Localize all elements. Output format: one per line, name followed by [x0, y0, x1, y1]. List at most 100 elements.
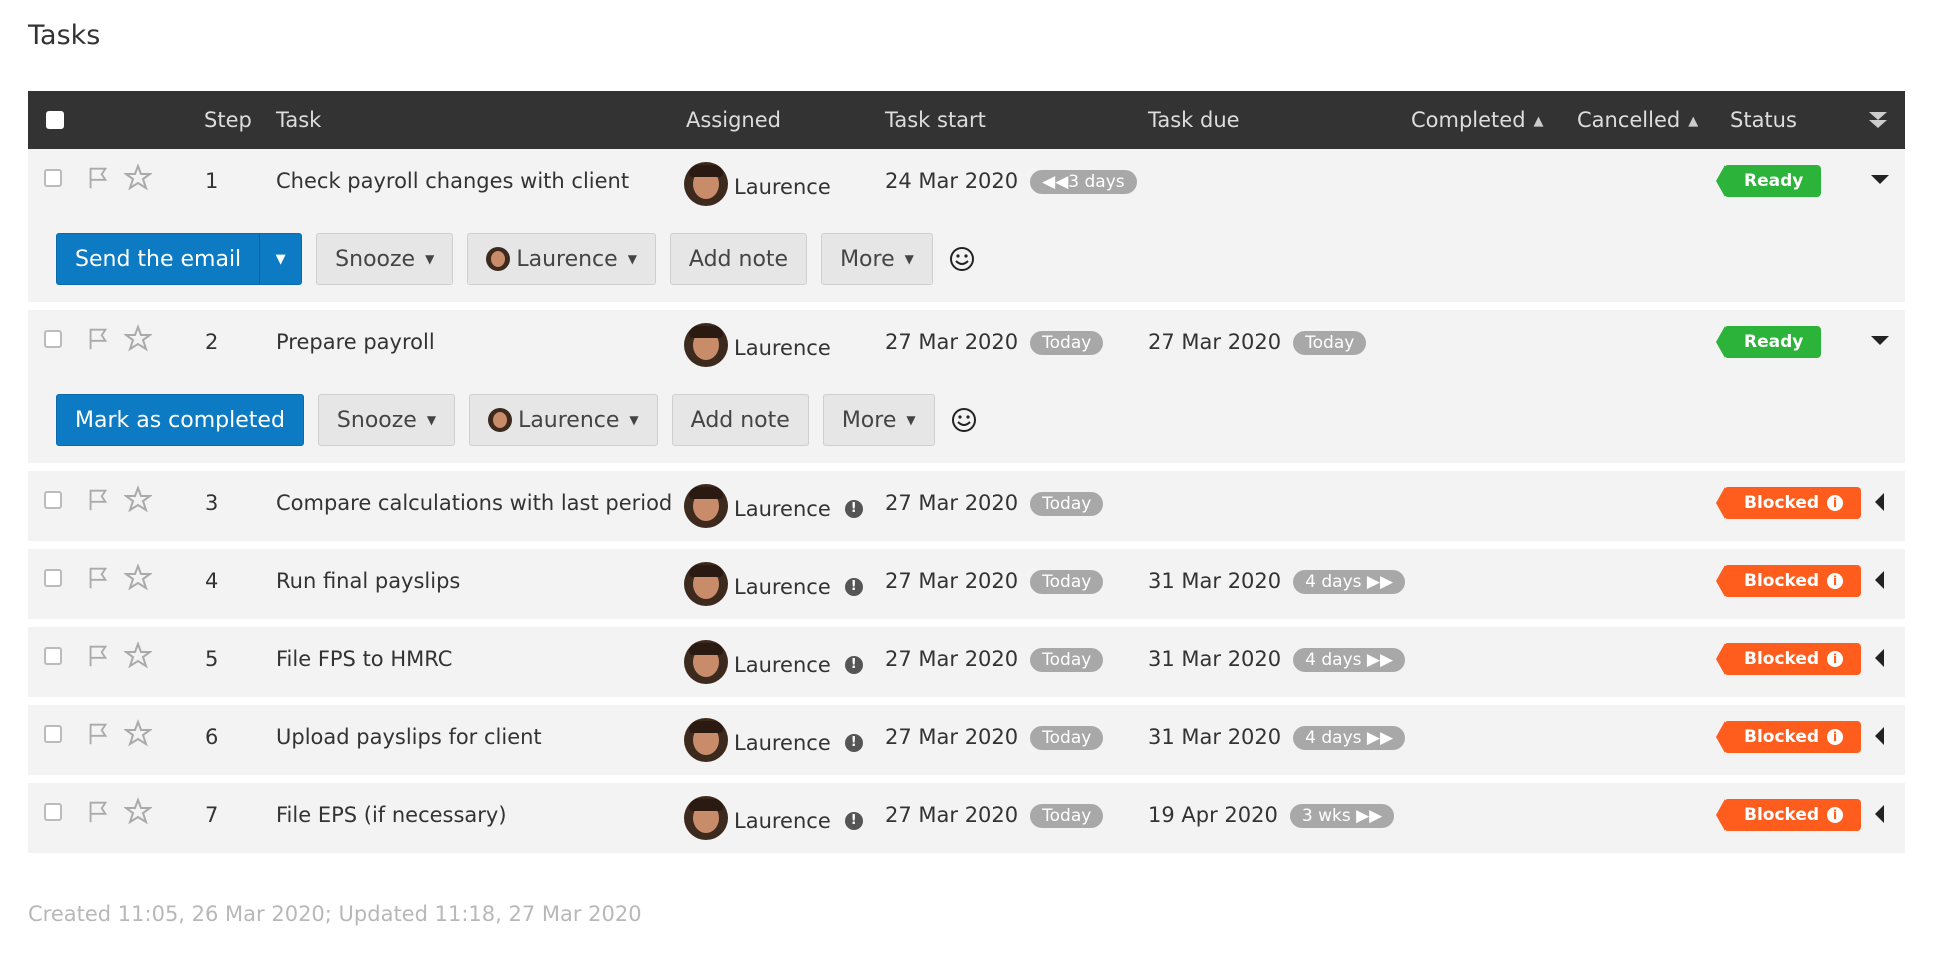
row-checkbox[interactable] — [44, 569, 62, 587]
status-badge[interactable]: Blocked i — [1715, 565, 1862, 597]
task-due: 31 Mar 2020 4 days ▶▶ — [1148, 569, 1406, 594]
task-name[interactable]: Prepare payroll — [276, 330, 435, 354]
collapse-all-icon[interactable] — [1867, 109, 1889, 131]
row-checkbox[interactable] — [44, 725, 62, 743]
star-icon[interactable] — [124, 719, 152, 747]
header-cancelled[interactable]: Cancelled ▲ — [1577, 108, 1698, 132]
avatar — [684, 796, 728, 840]
warning-icon[interactable]: ! — [844, 578, 863, 596]
row-checkbox[interactable] — [44, 803, 62, 821]
avatar — [488, 408, 513, 432]
flag-icon[interactable] — [84, 643, 112, 669]
caret-left-icon[interactable] — [1869, 803, 1891, 825]
task-start-badge: Today — [1030, 331, 1104, 355]
star-icon[interactable] — [124, 163, 152, 191]
sort-icon[interactable]: ▲ — [1688, 114, 1698, 129]
assignee[interactable]: Laurence — [684, 323, 831, 367]
assignee[interactable]: Laurence! — [684, 484, 863, 528]
star-icon[interactable] — [124, 485, 152, 513]
snooze-label: Snooze — [336, 407, 417, 433]
header-task[interactable]: Task — [276, 108, 321, 132]
avatar — [684, 323, 728, 367]
task-start: 27 Mar 2020 Today — [885, 569, 1104, 594]
status-label: Blocked — [1744, 727, 1820, 747]
record-meta: Created 11:05, 26 Mar 2020; Updated 11:1… — [28, 902, 642, 926]
assignee[interactable]: Laurence — [684, 162, 831, 206]
header-task-start[interactable]: Task start — [885, 108, 986, 132]
status-badge[interactable]: Ready — [1715, 326, 1822, 358]
caret-down-icon[interactable] — [1869, 330, 1891, 352]
row-checkbox[interactable] — [44, 491, 62, 509]
add-note-button[interactable]: Add note — [669, 233, 808, 285]
smiley-icon[interactable] — [949, 246, 975, 272]
task-due-date: 19 Apr 2020 — [1148, 803, 1278, 827]
header-task-due[interactable]: Task due — [1148, 108, 1240, 132]
flag-icon[interactable] — [84, 565, 112, 591]
status-badge[interactable]: Blocked i — [1715, 721, 1862, 753]
star-icon[interactable] — [124, 641, 152, 669]
caret-down-icon[interactable] — [1869, 169, 1891, 191]
status-badge[interactable]: Blocked i — [1715, 487, 1862, 519]
status-label: Blocked — [1744, 649, 1820, 669]
primary-action-label[interactable]: Mark as completed — [57, 395, 303, 445]
row-checkbox[interactable] — [44, 330, 62, 348]
task-start-date: 27 Mar 2020 — [885, 330, 1019, 354]
flag-icon[interactable] — [84, 799, 112, 825]
warning-icon[interactable]: ! — [844, 734, 863, 752]
task-name[interactable]: File EPS (if necessary) — [276, 803, 507, 827]
row-checkbox[interactable] — [44, 169, 62, 187]
assignee[interactable]: Laurence! — [684, 796, 863, 840]
snooze-button[interactable]: Snooze ▼ — [317, 394, 456, 446]
more-button[interactable]: More ▼ — [822, 394, 935, 446]
select-all-checkbox[interactable] — [46, 111, 64, 129]
header-step[interactable]: Step — [204, 108, 252, 132]
primary-action-button[interactable]: Send the email ▼ — [56, 233, 303, 285]
status-badge[interactable]: Blocked i — [1715, 799, 1862, 831]
caret-left-icon[interactable] — [1869, 569, 1891, 591]
more-button[interactable]: More ▼ — [821, 233, 933, 285]
star-icon[interactable] — [124, 563, 152, 591]
assignee-name: Laurence — [734, 731, 831, 755]
caret-left-icon[interactable] — [1869, 725, 1891, 747]
row-checkbox[interactable] — [44, 647, 62, 665]
primary-action-label[interactable]: Send the email — [57, 234, 259, 284]
flag-icon[interactable] — [84, 165, 112, 191]
smiley-icon[interactable] — [951, 407, 977, 433]
add-note-button[interactable]: Add note — [671, 394, 809, 446]
assignee-button[interactable]: Laurence ▼ — [467, 233, 656, 285]
caret-left-icon[interactable] — [1869, 491, 1891, 513]
status-badge[interactable]: Blocked i — [1715, 643, 1862, 675]
chevron-down-icon[interactable]: ▼ — [259, 234, 301, 284]
assignee[interactable]: Laurence! — [684, 562, 863, 606]
header-assigned[interactable]: Assigned — [686, 108, 781, 132]
task-name[interactable]: Run final payslips — [276, 569, 460, 593]
assignee[interactable]: Laurence! — [684, 718, 863, 762]
primary-action-button[interactable]: Mark as completed — [56, 394, 304, 446]
task-name[interactable]: Check payroll changes with client — [276, 169, 629, 193]
status-badge[interactable]: Ready — [1715, 165, 1822, 197]
table-row: 7 File EPS (if necessary) Laurence! 27 Mar … — [28, 783, 1905, 853]
warning-icon[interactable]: ! — [844, 812, 863, 830]
step-number: 4 — [205, 569, 219, 593]
task-name[interactable]: Compare calculations with last period — [276, 491, 672, 515]
header-completed-label: Completed — [1411, 108, 1526, 132]
sort-icon[interactable]: ▲ — [1534, 114, 1544, 129]
flag-icon[interactable] — [84, 721, 112, 747]
assignee-button[interactable]: Laurence ▼ — [469, 394, 658, 446]
header-status[interactable]: Status — [1730, 108, 1797, 132]
task-name[interactable]: Upload payslips for client — [276, 725, 542, 749]
warning-icon[interactable]: ! — [844, 500, 863, 518]
star-icon[interactable] — [124, 324, 152, 352]
assignee-name: Laurence — [734, 809, 831, 833]
assignee[interactable]: Laurence! — [684, 640, 863, 684]
step-number: 5 — [205, 647, 219, 671]
snooze-button[interactable]: Snooze ▼ — [316, 233, 454, 285]
flag-icon[interactable] — [84, 326, 112, 352]
task-name[interactable]: File FPS to HMRC — [276, 647, 452, 671]
flag-icon[interactable] — [84, 487, 112, 513]
warning-icon[interactable]: ! — [844, 656, 863, 674]
header-completed[interactable]: Completed ▲ — [1411, 108, 1544, 132]
page-title: Tasks — [28, 20, 101, 51]
star-icon[interactable] — [124, 797, 152, 825]
caret-left-icon[interactable] — [1869, 647, 1891, 669]
